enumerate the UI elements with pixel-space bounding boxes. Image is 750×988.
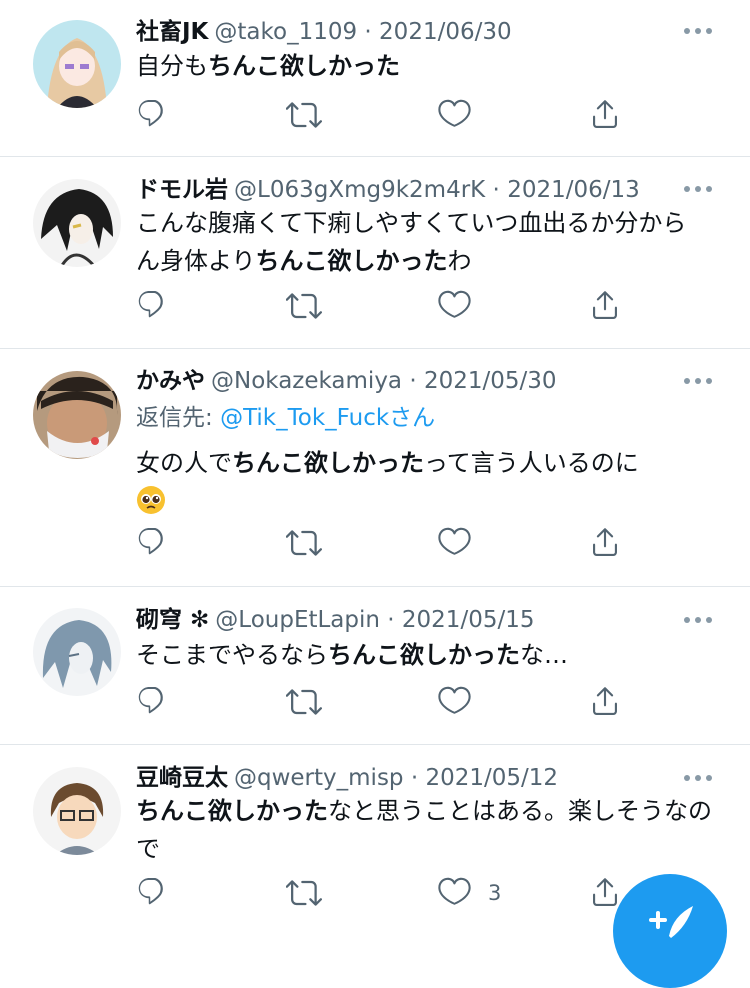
more-icon[interactable]: [684, 775, 714, 783]
more-icon[interactable]: [684, 617, 714, 625]
highlighted-text: ちんこ欲しかった: [255, 247, 448, 275]
tweet-actions: [136, 288, 656, 324]
display-name[interactable]: 豆崎豆太: [136, 765, 228, 791]
reply-icon[interactable]: [136, 684, 172, 720]
retweet-icon[interactable]: [286, 684, 322, 720]
avatar[interactable]: [33, 767, 121, 855]
reply-target-link[interactable]: @Tik_Tok_Fuckさん: [220, 405, 435, 431]
tweet-date[interactable]: 2021/06/13: [507, 177, 640, 203]
share-icon[interactable]: [588, 288, 624, 324]
tweet-text: こんな腹痛くて下痢しやすくていつ血出るか分から ん身体よりちんこ欲しかったわ: [136, 204, 716, 280]
tweet-header: 社畜JK @tako_1109 · 2021/06/30: [136, 15, 512, 49]
tweet-date[interactable]: 2021/05/15: [402, 607, 535, 633]
reply-icon[interactable]: [136, 97, 172, 133]
tweet-header: 砌穹 ✻ @LoupEtLapin · 2021/05/15: [136, 603, 534, 637]
heart-icon[interactable]: [438, 875, 474, 911]
text-part: な…: [520, 641, 568, 669]
display-name[interactable]: ドモル岩: [136, 177, 228, 203]
tweet-text: 自分もちんこ欲しかった: [136, 47, 716, 85]
tweet-date[interactable]: 2021/05/12: [425, 765, 558, 791]
tweet-actions: [136, 97, 656, 133]
tweet-text: そこまでやるならちんこ欲しかったな…: [136, 636, 716, 674]
reply-label: 返信先:: [136, 405, 221, 431]
text-part: そこまでやるなら: [136, 641, 328, 669]
text-part: 女の人で: [136, 449, 232, 477]
tweet-meta: @Nokazekamiya · 2021/05/30: [211, 368, 557, 394]
highlighted-text: ちんこ欲しかった: [136, 797, 328, 825]
handle[interactable]: @LoupEtLapin: [215, 607, 380, 633]
display-name[interactable]: かみや: [136, 368, 205, 394]
tweet-actions: [136, 684, 656, 720]
tweet-text: 女の人でちんこ欲しかったって言う人いるのに: [136, 444, 716, 520]
highlighted-text: ちんこ欲しかった: [232, 449, 424, 477]
tweet-meta: @LoupEtLapin · 2021/05/15: [215, 607, 535, 633]
heart-icon[interactable]: [438, 288, 474, 324]
more-icon[interactable]: [684, 378, 714, 386]
handle[interactable]: @tako_1109: [214, 19, 357, 45]
text-part: 自分も: [136, 52, 208, 80]
tweet-meta: @tako_1109 · 2021/06/30: [214, 19, 512, 45]
tweet[interactable]: 社畜JK @tako_1109 · 2021/06/30 自分もちんこ欲しかった: [0, 0, 750, 157]
reply-context: 返信先: @Tik_Tok_Fuckさん: [136, 401, 435, 435]
display-name[interactable]: 社畜JK: [136, 19, 208, 45]
tweet-date[interactable]: 2021/05/30: [424, 368, 557, 394]
share-icon[interactable]: [588, 97, 624, 133]
highlighted-text: ちんこ欲しかった: [328, 641, 520, 669]
handle[interactable]: @L063gXmg9k2m4rK: [234, 177, 485, 203]
tweet-header: ドモル岩 @L063gXmg9k2m4rK · 2021/06/13: [136, 173, 640, 207]
tweet[interactable]: ドモル岩 @L063gXmg9k2m4rK · 2021/06/13 こんな腹痛く…: [0, 157, 750, 349]
tweet-header: かみや @Nokazekamiya · 2021/05/30: [136, 364, 557, 398]
share-icon[interactable]: [588, 525, 624, 561]
retweet-icon[interactable]: [286, 97, 322, 133]
compose-tweet-button[interactable]: [613, 874, 727, 988]
tweet-meta: @qwerty_misp · 2021/05/12: [234, 765, 559, 791]
like-count: 3: [488, 881, 502, 905]
retweet-icon[interactable]: [286, 288, 322, 324]
more-icon[interactable]: [684, 186, 714, 194]
avatar[interactable]: [33, 179, 121, 267]
reply-icon[interactable]: [136, 875, 172, 911]
avatar[interactable]: [33, 371, 121, 459]
pleading-face-emoji: [136, 485, 166, 515]
tweet-date[interactable]: 2021/06/30: [379, 19, 512, 45]
retweet-icon[interactable]: [286, 875, 322, 911]
handle[interactable]: @qwerty_misp: [234, 765, 404, 791]
more-icon[interactable]: [684, 28, 714, 36]
handle[interactable]: @Nokazekamiya: [211, 368, 402, 394]
highlighted-text: ちんこ欲しかった: [208, 52, 400, 80]
tweet-actions: [136, 525, 656, 561]
reply-icon[interactable]: [136, 525, 172, 561]
avatar[interactable]: [33, 608, 121, 696]
text-part: わ: [447, 247, 472, 275]
retweet-icon[interactable]: [286, 525, 322, 561]
tweet[interactable]: かみや @Nokazekamiya · 2021/05/30 返信先: @Tik_…: [0, 349, 750, 587]
tweet-header: 豆崎豆太 @qwerty_misp · 2021/05/12: [136, 761, 558, 795]
heart-icon[interactable]: [438, 97, 474, 133]
compose-tweet-icon: [649, 906, 693, 938]
avatar[interactable]: [33, 20, 121, 108]
heart-icon[interactable]: [438, 684, 474, 720]
heart-icon[interactable]: [438, 525, 474, 561]
text-part: って言う人いるのに: [424, 449, 639, 477]
share-icon[interactable]: [588, 684, 624, 720]
tweet-meta: @L063gXmg9k2m4rK · 2021/06/13: [234, 177, 640, 203]
tweet-actions: 3: [136, 875, 656, 911]
tweet[interactable]: 砌穹 ✻ @LoupEtLapin · 2021/05/15 そこまでやるならちん…: [0, 587, 750, 745]
display-name[interactable]: 砌穹 ✻: [136, 607, 209, 633]
tweet-text: ちんこ欲しかったなと思うことはある。楽しそうなので: [136, 792, 716, 868]
reply-icon[interactable]: [136, 288, 172, 324]
